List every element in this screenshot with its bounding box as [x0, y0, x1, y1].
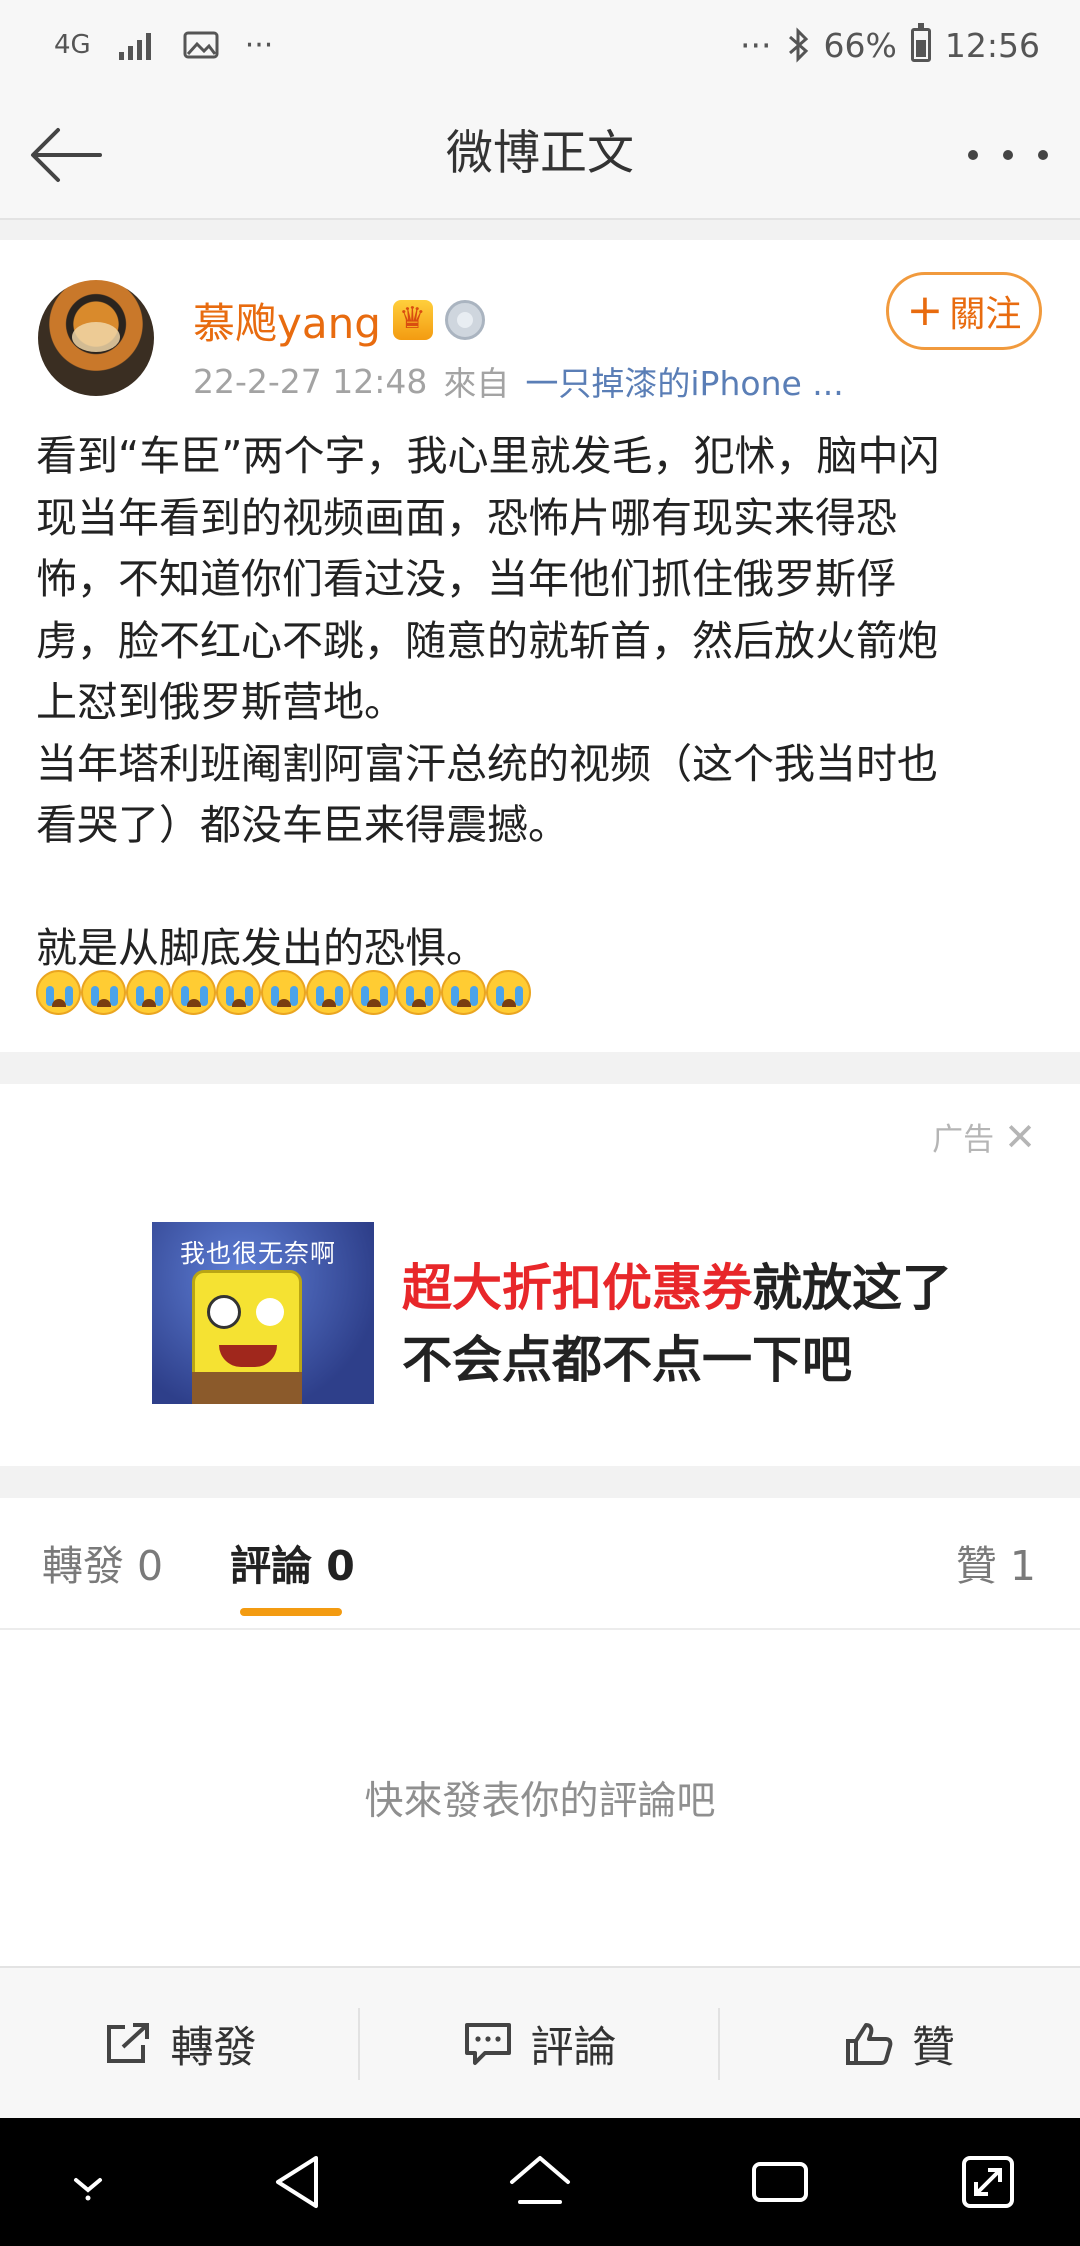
ad-image-caption: 我也很无奈啊 [180, 1239, 337, 1268]
crying-face-icon [306, 970, 351, 1015]
ad-copy-line1: 超大折扣优惠券就放这了 [402, 1252, 952, 1324]
crying-face-icon [216, 970, 261, 1015]
crying-face-icon [486, 970, 531, 1015]
crying-face-icon [441, 970, 486, 1015]
crying-face-icon [36, 970, 81, 1015]
post-text: 看到“车臣”两个字，我心里就发毛，犯怵，脑中闪 现当年看到的视频画面，恐怖片哪有… [36, 432, 940, 972]
battery-icon [910, 23, 931, 62]
thumbs-up-icon [846, 2023, 893, 2065]
medal-icon[interactable] [444, 300, 485, 340]
tab-repost[interactable]: 轉發 0 [42, 1532, 163, 1592]
like-button[interactable]: 贊 [720, 1968, 1079, 2120]
crying-face-icon [81, 970, 126, 1015]
tab-likes-count: 1 [1009, 1542, 1036, 1590]
crying-face-icon [396, 970, 441, 1015]
crying-face-icon [171, 970, 216, 1015]
hide-keyboard-icon[interactable] [48, 2142, 128, 2222]
status-bar: 4G ··· ··· 66% 12:56 [0, 0, 1080, 90]
ad-card[interactable]: 广告 ✕ 我也很无奈啊 超大折扣优惠券就放这了 不会点都不点一下吧 [0, 1084, 1080, 1466]
crying-face-icon [351, 970, 396, 1015]
like-label: 贊 [912, 2023, 955, 2073]
comment-button[interactable]: 評論 [360, 1968, 719, 2120]
status-left: 4G ··· [54, 20, 273, 70]
post-tabs: 轉發 0 評論 0 贊 1 [0, 1498, 1080, 1630]
comment-label: 評論 [530, 2023, 617, 2073]
comments-area: 快來發表你的評論吧 [0, 1630, 1080, 1966]
signal-icon [118, 33, 151, 60]
repost-button[interactable]: 轉發 [0, 1968, 359, 2120]
bluetooth-icon [788, 27, 808, 63]
expand-icon[interactable] [948, 2142, 1028, 2222]
more-options-icon[interactable] [968, 120, 1048, 190]
status-dots-right: ··· [740, 25, 772, 65]
close-icon[interactable]: ✕ [1004, 1118, 1036, 1156]
post-meta: 22-2-27 12:48 來自 一只掉漆的iPhone ... [193, 356, 844, 406]
nav-bar: 微博正文 [0, 90, 1080, 220]
post-card: 慕飑yang 22-2-27 12:48 來自 一只掉漆的iPhone ... … [0, 240, 1080, 1052]
action-bar: 轉發 評論 贊 [0, 1966, 1080, 2120]
active-tab-indicator [240, 1608, 342, 1616]
ad-copy-highlight: 超大折扣优惠券 [402, 1259, 752, 1317]
crying-face-icon [261, 970, 306, 1015]
spongebob-pants [192, 1372, 302, 1404]
status-dots-left: ··· [244, 27, 274, 63]
follow-label: 關注 [949, 294, 1022, 335]
status-right: ··· 66% 12:56 [740, 20, 1040, 70]
image-icon [183, 31, 219, 59]
post-source[interactable]: 一只掉漆的iPhone ... [525, 357, 843, 405]
recent-apps-icon[interactable] [740, 2142, 820, 2222]
tab-likes[interactable]: 贊 1 [956, 1532, 1036, 1592]
tab-repost-count: 0 [137, 1542, 164, 1590]
empty-comments-text: 快來發表你的評論吧 [364, 1779, 716, 1824]
follow-button[interactable]: + 關注 [886, 272, 1042, 350]
user-row: 慕飑yang [193, 288, 485, 352]
emoji-row [36, 970, 531, 1016]
network-type: 4G [54, 30, 91, 60]
clock: 12:56 [944, 25, 1040, 65]
from-label: 來自 [443, 364, 510, 403]
spongebob-illustration [192, 1270, 302, 1388]
crying-face-icon [126, 970, 171, 1015]
comment-icon [464, 2023, 511, 2065]
post-date: 22-2-27 12:48 [193, 361, 428, 401]
home-icon[interactable] [500, 2142, 580, 2222]
repost-label: 轉發 [170, 2023, 257, 2073]
ad-image[interactable]: 我也很无奈啊 [152, 1222, 374, 1404]
repost-icon [106, 2023, 149, 2063]
avatar[interactable] [38, 280, 154, 396]
tab-comments-count: 0 [326, 1542, 355, 1590]
battery-percent: 66% [823, 25, 897, 65]
tab-comments[interactable]: 評論 0 [230, 1532, 355, 1592]
username[interactable]: 慕飑yang [193, 290, 381, 351]
page-title: 微博正文 [446, 126, 634, 181]
tab-likes-label: 贊 [955, 1542, 997, 1590]
tab-repost-label: 轉發 [42, 1542, 124, 1590]
ad-label: 广告 [932, 1122, 995, 1158]
system-nav-bar [0, 2118, 1080, 2246]
ad-label-group: 广告 ✕ [932, 1114, 1036, 1159]
vip-crown-icon[interactable] [392, 300, 433, 340]
ad-copy-line2: 不会点都不点一下吧 [402, 1331, 852, 1389]
ad-copy-line1-rest: 就放这了 [752, 1259, 952, 1317]
ad-copy[interactable]: 超大折扣优惠券就放这了 不会点都不点一下吧 [402, 1252, 952, 1396]
back-triangle-icon[interactable] [260, 2142, 340, 2222]
plus-icon: + [906, 285, 944, 336]
tab-comments-label: 評論 [230, 1542, 312, 1590]
